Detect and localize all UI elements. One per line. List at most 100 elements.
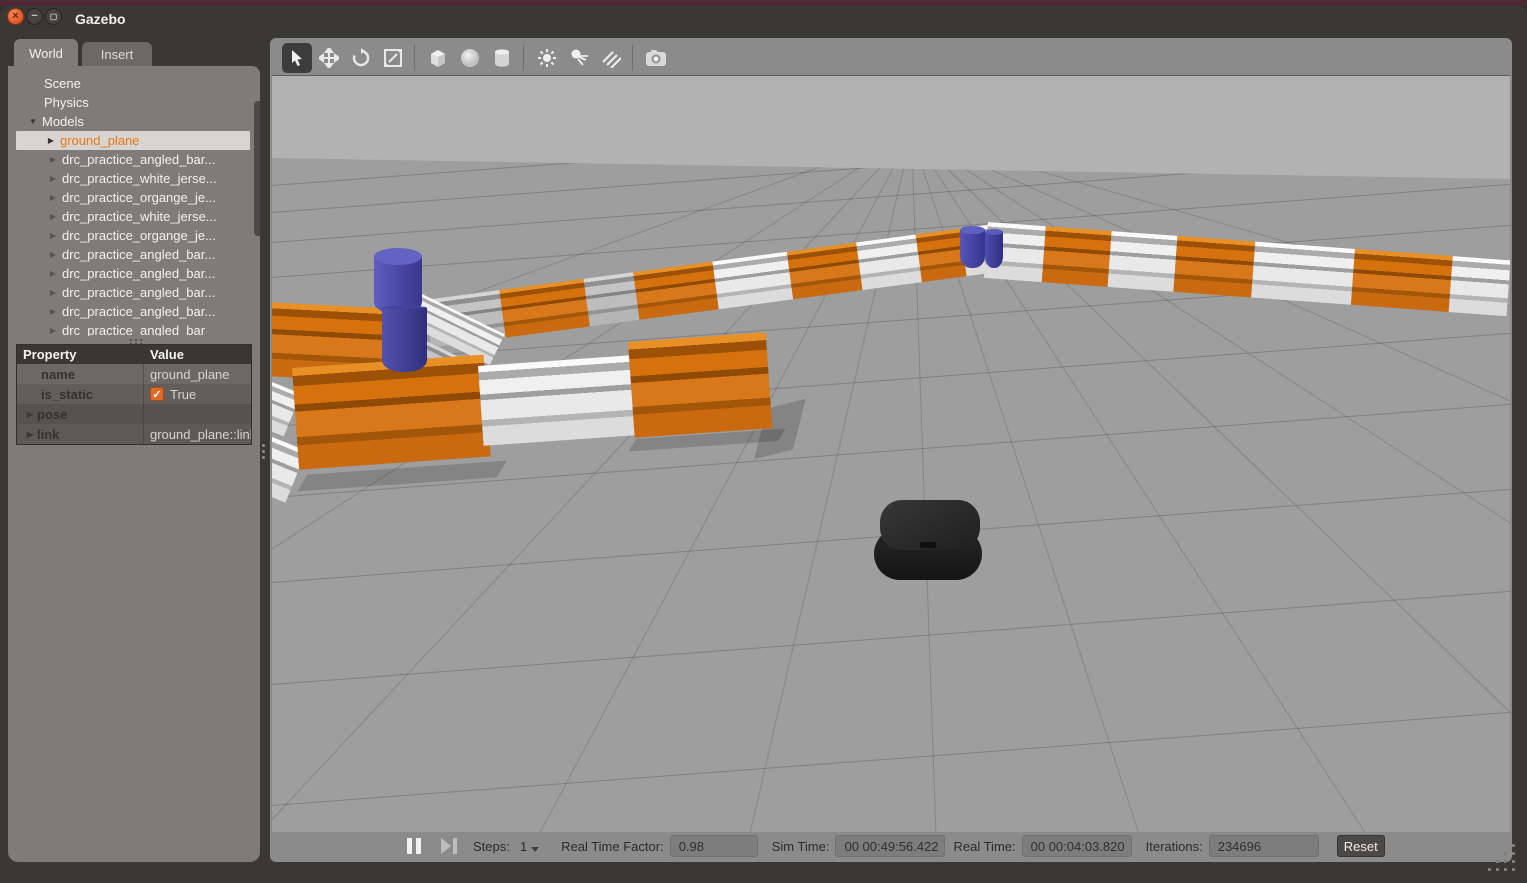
property-table: Property Value name ground_plane is_stat… — [16, 344, 252, 445]
directional-light-button[interactable] — [596, 43, 626, 73]
pause-button[interactable] — [405, 838, 423, 854]
move-icon — [319, 48, 339, 68]
application-window: × − ▢ Gazebo World Insert Scene Physics … — [0, 6, 1527, 883]
tree-item-model[interactable]: ▶drc_practice_angled_bar... — [8, 283, 260, 302]
property-value-name: ground_plane — [144, 364, 251, 384]
select-tool-button[interactable] — [282, 43, 312, 73]
rotate-icon — [351, 48, 371, 68]
real-time-label: Real Time: — [953, 839, 1015, 854]
toolbar-separator — [523, 45, 524, 71]
steps-value[interactable]: 1 — [520, 839, 527, 854]
tree-item-ground-plane[interactable]: ▶ground_plane — [16, 131, 250, 150]
step-button[interactable] — [441, 838, 459, 854]
viewport-toolbar — [272, 40, 1510, 76]
step-icon — [441, 838, 451, 854]
jersey-barrier-front-white[interactable] — [478, 355, 635, 445]
is-static-value: True — [170, 387, 196, 402]
tree-item-model[interactable]: ▶drc_practice_organge_je... — [8, 226, 260, 245]
property-row-link[interactable]: ▶link ground_plane::link — [17, 424, 251, 444]
directional-light-icon — [601, 48, 621, 68]
chevron-right-icon: ▶ — [48, 307, 58, 316]
jersey-barrier-front-orange[interactable] — [292, 355, 491, 470]
chevron-down-icon: ▼ — [28, 117, 38, 126]
insert-sphere-button[interactable] — [455, 43, 485, 73]
tree-item-scene[interactable]: Scene — [8, 74, 260, 93]
tree-item-model[interactable]: ▶drc_practice_angled_bar — [8, 321, 260, 336]
is-static-checkbox[interactable]: ✓ — [150, 387, 164, 401]
sim-time-label: Sim Time: — [772, 839, 830, 854]
tab-world[interactable]: World — [14, 39, 78, 67]
tree-item-model[interactable]: ▶drc_practice_angled_bar... — [8, 245, 260, 264]
camera-icon — [645, 49, 667, 67]
property-row-pose[interactable]: ▶pose — [17, 404, 251, 424]
cursor-icon — [288, 49, 306, 67]
translate-tool-button[interactable] — [314, 43, 344, 73]
chevron-right-icon: ▶ — [48, 269, 58, 278]
panel-splitter-handle[interactable] — [261, 444, 267, 466]
world-panel: Scene Physics ▼Models ▶ground_plane ▶drc… — [8, 66, 260, 862]
chevron-right-icon: ▶ — [48, 193, 58, 202]
chevron-right-icon: ▶ — [48, 155, 58, 164]
chevron-right-icon: ▶ — [23, 430, 37, 439]
chevron-right-icon: ▶ — [23, 410, 37, 419]
titlebar[interactable]: × − ▢ Gazebo — [0, 6, 1527, 34]
spot-light-icon — [569, 48, 589, 68]
chevron-right-icon: ▶ — [48, 250, 58, 259]
tree-item-model[interactable]: ▶drc_practice_angled_bar... — [8, 302, 260, 321]
chevron-right-icon: ▶ — [48, 231, 58, 240]
tree-item-model[interactable]: ▶drc_practice_organge_je... — [8, 188, 260, 207]
maximize-button[interactable]: ▢ — [45, 8, 62, 25]
resize-grip[interactable] — [1488, 844, 1520, 876]
reset-button[interactable]: Reset — [1337, 835, 1385, 857]
sphere-icon — [459, 47, 481, 69]
tree-scrollbar[interactable] — [254, 101, 260, 236]
real-time-value-box: 00 00:04:03.820 — [1022, 835, 1132, 857]
model-tree: Scene Physics ▼Models ▶ground_plane ▶drc… — [8, 66, 260, 336]
point-light-button[interactable] — [532, 43, 562, 73]
steps-dropdown-caret[interactable] — [531, 847, 539, 852]
jersey-barrier-front-orange[interactable] — [628, 332, 772, 437]
close-icon: × — [8, 9, 23, 24]
insert-box-button[interactable] — [423, 43, 453, 73]
chevron-right-icon: ▶ — [48, 288, 58, 297]
screenshot-button[interactable] — [641, 43, 671, 73]
tree-item-model[interactable]: ▶drc_practice_white_jerse... — [8, 207, 260, 226]
chevron-right-icon: ▶ — [46, 136, 56, 145]
gazebo-window: × − ▢ Gazebo World Insert Scene Physics … — [0, 0, 1527, 883]
sun-icon — [537, 48, 557, 68]
chevron-right-icon: ▶ — [48, 174, 58, 183]
toolbar-separator — [632, 45, 633, 71]
tree-item-model[interactable]: ▶drc_practice_angled_bar... — [8, 264, 260, 283]
tree-item-physics[interactable]: Physics — [8, 93, 260, 112]
toolbar-separator — [414, 45, 415, 71]
property-row-name: name ground_plane — [17, 364, 251, 384]
steps-label: Steps: — [473, 839, 510, 854]
insert-cylinder-button[interactable] — [487, 43, 517, 73]
rtf-value-box: 0.98 — [670, 835, 758, 857]
tab-insert[interactable]: Insert — [82, 42, 152, 67]
maximize-icon: ▢ — [46, 9, 61, 24]
box-icon — [427, 47, 449, 69]
rotate-tool-button[interactable] — [346, 43, 376, 73]
spot-light-button[interactable] — [564, 43, 594, 73]
robot-notch — [920, 542, 936, 548]
iterations-value-box: 234696 — [1209, 835, 1319, 857]
tree-item-models[interactable]: ▼Models — [8, 112, 260, 131]
scale-icon — [383, 48, 403, 68]
chevron-right-icon: ▶ — [48, 326, 58, 335]
scale-tool-button[interactable] — [378, 43, 408, 73]
render-viewport[interactable] — [272, 76, 1510, 832]
sim-time-value-box: 00 00:49:56.422 — [835, 835, 945, 857]
tree-item-model[interactable]: ▶drc_practice_white_jerse... — [8, 169, 260, 188]
iterations-label: Iterations: — [1146, 839, 1203, 854]
close-button[interactable]: × — [7, 8, 24, 25]
value-column-header: Value — [144, 345, 251, 364]
property-table-header: Property Value — [17, 345, 251, 364]
rtf-label: Real Time Factor: — [561, 839, 664, 854]
window-title: Gazebo — [75, 11, 126, 27]
simulation-statusbar: Steps: 1 Real Time Factor: 0.98 Sim Time… — [272, 832, 1510, 860]
property-column-header: Property — [17, 345, 144, 364]
tree-item-model[interactable]: ▶drc_practice_angled_bar... — [8, 150, 260, 169]
minimize-button[interactable]: − — [26, 8, 43, 25]
cylinder-icon — [491, 47, 513, 69]
